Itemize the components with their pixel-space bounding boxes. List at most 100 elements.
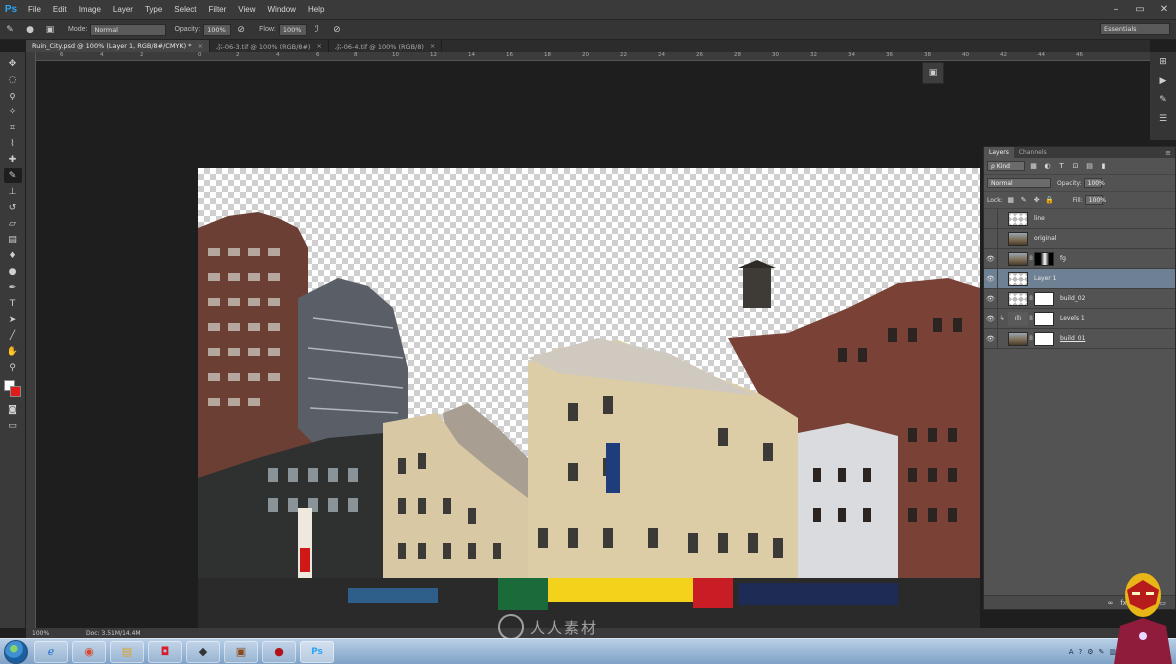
layer-mask-thumbnail[interactable] [1034,331,1054,346]
ie-icon[interactable]: ℯ [34,640,68,663]
history-panel-icon[interactable]: ⊞ [1154,54,1172,70]
layer-name[interactable]: line [1034,215,1045,222]
pen-icon[interactable]: ✎ [1099,648,1105,656]
lock-transparent-icon[interactable]: ▦ [1006,195,1016,205]
layer-row-layer-1[interactable]: 👁 Layer 1 [984,268,1175,289]
layer-mask-thumbnail[interactable] [1034,311,1054,326]
chrome-icon[interactable]: ◉ [72,640,106,663]
menu-help[interactable]: Help [302,5,330,14]
help-icon[interactable]: ? [1079,648,1083,656]
layer-row-fg[interactable]: 👁 8 fg [984,248,1175,269]
brush-panel-toggle-icon[interactable]: ▣ [43,23,57,37]
airbrush-icon[interactable]: ℐ [310,23,324,37]
brush-panel-icon[interactable]: ✎ [1154,92,1172,108]
explorer-icon[interactable]: ▤ [110,640,144,663]
lasso-tool-icon[interactable]: ϙ [4,88,22,103]
lock-all-icon[interactable]: 🔒 [1045,195,1055,205]
fill-input[interactable]: 100% [1084,195,1106,205]
pixel-filter-icon[interactable]: ▦ [1028,161,1039,171]
pressure-opacity-icon[interactable]: ⊘ [234,23,248,37]
layer-row-original[interactable]: 👁 original [984,228,1175,249]
layer-row-line[interactable]: 👁 line [984,208,1175,229]
app-car-icon[interactable]: ◆ [186,640,220,663]
layer-name[interactable]: fg [1060,255,1066,262]
menu-filter[interactable]: Filter [203,5,233,14]
menu-edit[interactable]: Edit [47,5,73,14]
pen-tool-icon[interactable]: ✒ [4,280,22,295]
document-canvas[interactable] [198,168,980,628]
dodge-tool-icon[interactable]: ● [4,264,22,279]
visibility-eye-icon[interactable]: 👁 [984,288,998,309]
workspace-select[interactable]: Essentials [1100,23,1170,35]
type-tool-icon[interactable]: T [4,296,22,311]
tab-close-icon[interactable]: × [430,42,435,50]
settings-icon[interactable]: ⚙ [1087,648,1093,656]
screen-mode-icon[interactable]: ▭ [4,418,22,433]
eyedropper-tool-icon[interactable]: ⌇ [4,136,22,151]
start-button-icon[interactable] [4,639,28,664]
menu-file[interactable]: File [22,5,47,14]
blend-mode-select[interactable]: Normal [987,178,1051,188]
layer-name[interactable]: original [1034,235,1056,242]
type-filter-icon[interactable]: T [1056,161,1067,171]
app-red-icon[interactable]: ◘ [148,640,182,663]
visibility-eye-icon[interactable]: 👁 [984,228,998,249]
actions-panel-icon[interactable]: ▶ [1154,73,1172,89]
maximize-button[interactable]: ▭ [1128,0,1152,18]
history-brush-tool-icon[interactable]: ↺ [4,200,22,215]
menu-window[interactable]: Window [262,5,302,14]
visibility-eye-icon[interactable]: 👁 [984,248,998,269]
layer-name[interactable]: Levels 1 [1060,315,1085,322]
layer-row-build-01[interactable]: 👁 8 build_01 [984,328,1175,349]
marquee-tool-icon[interactable]: ◌ [4,72,22,87]
lock-image-icon[interactable]: ✎ [1019,195,1029,205]
quick-mask-icon[interactable]: ◙ [4,402,22,417]
layer-mask-thumbnail[interactable] [1034,251,1054,266]
brush-size-picker-icon[interactable]: ● [23,23,37,37]
document-size[interactable]: Doc: 3.51M/14.4M [86,630,141,637]
pressure-size-icon[interactable]: ⊘ [330,23,344,37]
layer-mask-thumbnail[interactable] [1034,291,1054,306]
zoom-tool-icon[interactable]: ⚲ [4,360,22,375]
app-ball-icon[interactable]: ● [262,640,296,663]
layer-name[interactable]: Layer 1 [1034,275,1056,282]
layer-opacity-input[interactable]: 100% [1083,178,1105,188]
close-button[interactable]: ✕ [1152,0,1176,18]
menu-select[interactable]: Select [168,5,202,14]
tab-channels[interactable]: Channels [1014,147,1052,158]
visibility-eye-icon[interactable]: 👁 [984,268,998,289]
mode-select[interactable]: Normal [90,23,167,36]
app-terminal-icon[interactable]: ▣ [224,640,258,663]
lock-position-icon[interactable]: ✥ [1032,195,1042,205]
layer-row-levels-1[interactable]: 👁 ↳ ıllı 8 Levels 1 [984,308,1175,329]
hand-tool-icon[interactable]: ✋ [4,344,22,359]
eraser-tool-icon[interactable]: ▱ [4,216,22,231]
minimize-button[interactable]: – [1104,0,1128,18]
menu-view[interactable]: View [232,5,261,14]
kind-filter-select[interactable]: ρ Kind [987,161,1025,171]
filter-toggle-icon[interactable]: ▮ [1098,161,1109,171]
shape-tool-icon[interactable]: ╱ [4,328,22,343]
visibility-eye-icon[interactable]: 👁 [984,308,998,329]
ime-icon[interactable]: A [1069,648,1074,656]
smart-object-filter-icon[interactable]: ▤ [1084,161,1095,171]
opacity-input[interactable]: 100% [203,23,232,36]
menu-image[interactable]: Image [73,5,107,14]
brush-tool-preset-icon[interactable]: ✎ [3,23,17,37]
panel-menu-icon[interactable]: ≡ [1165,149,1175,157]
background-color-swatch[interactable] [9,386,21,397]
floating-panel-icon[interactable]: ▣ [922,62,944,84]
crop-tool-icon[interactable]: ⌗ [4,120,22,135]
brush-tool-icon[interactable]: ✎ [3,168,22,183]
zoom-level[interactable]: 100% [26,630,52,637]
move-tool-icon[interactable]: ✥ [4,56,22,71]
blur-tool-icon[interactable]: ♦ [4,248,22,263]
menu-type[interactable]: Type [139,5,168,14]
gradient-tool-icon[interactable]: ▤ [4,232,22,247]
tab-layers[interactable]: Layers [984,147,1014,158]
tab-06-4[interactable]: ぶ-06-4.tif @ 100% (RGB/8) × [329,40,443,52]
clone-stamp-tool-icon[interactable]: ⊥ [4,184,22,199]
layer-name[interactable]: build_02 [1060,295,1085,302]
visibility-eye-icon[interactable]: 👁 [984,208,998,229]
flow-input[interactable]: 100% [278,23,307,36]
